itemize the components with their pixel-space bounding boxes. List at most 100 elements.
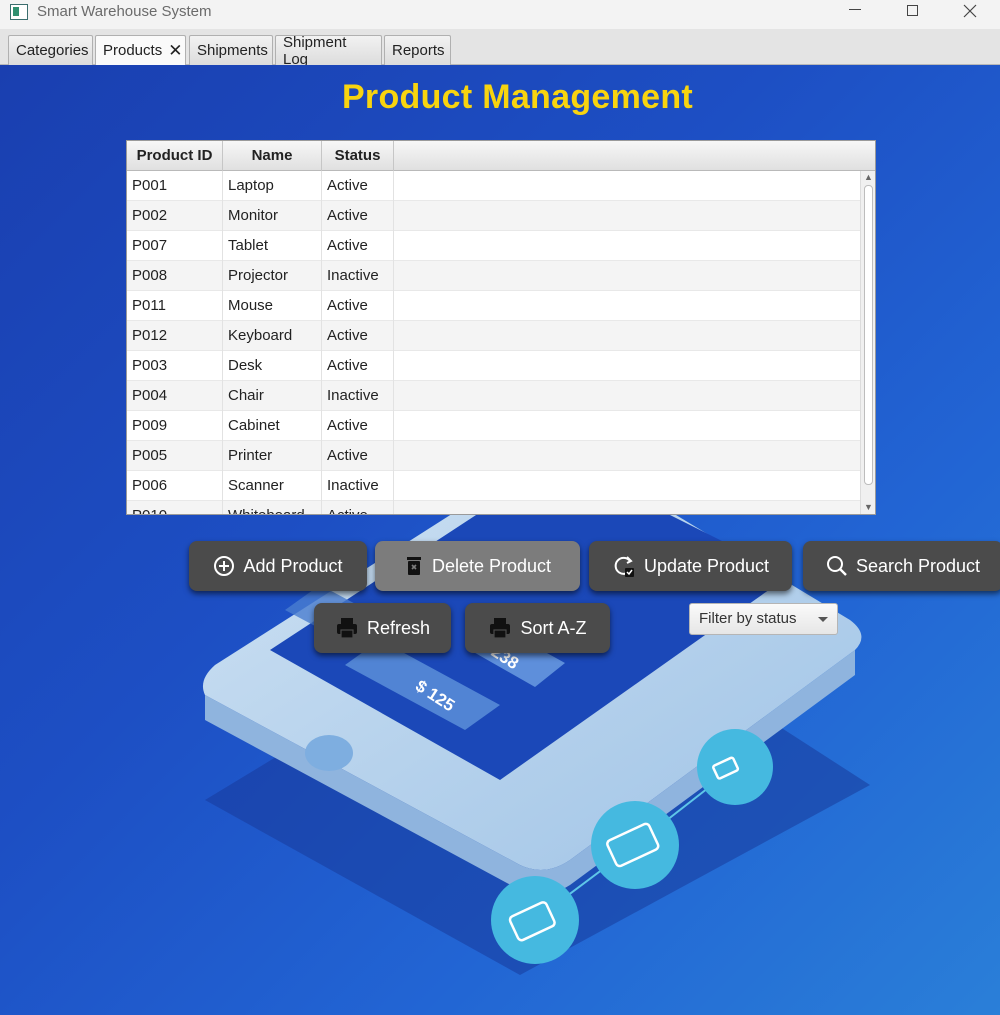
search-product-label: Search Product <box>855 555 981 576</box>
minimize-icon <box>849 9 861 10</box>
table-scrollbar[interactable]: ▲ ▼ <box>860 171 875 514</box>
sort-az-label: Sort A-Z <box>520 617 587 638</box>
delete-product-button[interactable]: Delete Product <box>375 541 580 591</box>
products-table[interactable]: Product ID Name Status P001 Laptop Active … <box>126 140 876 515</box>
minimize-button[interactable] <box>832 0 878 29</box>
refresh-button[interactable]: Refresh <box>314 603 451 653</box>
add-product-label: Add Product <box>243 555 343 576</box>
cell-product-id: P006 <box>127 471 223 501</box>
cell-name: Laptop <box>223 171 322 201</box>
tab-label: Reports <box>392 42 445 59</box>
table-row[interactable]: P004 Chair Inactive <box>127 381 860 411</box>
scrollbar-thumb[interactable] <box>864 185 873 485</box>
printer-icon <box>336 618 357 639</box>
cell-status: Active <box>322 291 394 321</box>
page-title: Product Management <box>341 78 694 116</box>
cell-name: Cabinet <box>223 411 322 441</box>
cell-name: Chair <box>223 381 322 411</box>
tab-shipments[interactable]: Shipments <box>189 35 273 65</box>
cell-status: Active <box>322 201 394 231</box>
cell-status: Inactive <box>322 261 394 291</box>
table-row[interactable]: P010WhiteboardActive <box>127 501 860 514</box>
tab-label: Categories <box>16 42 89 59</box>
cell-product-id: P010 <box>127 501 223 514</box>
update-product-label: Update Product <box>643 555 770 576</box>
table-row[interactable]: P011 Mouse Active <box>127 291 860 321</box>
column-header-product-id[interactable]: Product ID <box>127 141 223 171</box>
maximize-icon <box>906 5 918 16</box>
tab-products[interactable]: Products ✕ <box>95 35 186 65</box>
maximize-button[interactable] <box>889 0 935 29</box>
cell-status: Active <box>322 441 394 471</box>
plus-circle-icon <box>214 556 235 576</box>
trash-icon <box>406 557 421 575</box>
update-product-button[interactable]: Update Product <box>589 541 792 591</box>
table-row[interactable]: P005 Printer Active <box>127 441 860 471</box>
cell-product-id: P001 <box>127 171 223 201</box>
tab-label: Products <box>103 42 163 59</box>
add-product-button[interactable]: Add Product <box>189 541 367 591</box>
search-product-button[interactable]: Search Product <box>803 541 1000 591</box>
cell-product-id: P007 <box>127 231 223 261</box>
cell-status: Active <box>322 171 394 201</box>
search-icon <box>826 556 847 576</box>
refresh-check-icon <box>614 556 634 577</box>
scroll-up-icon[interactable]: ▲ <box>861 171 875 184</box>
tab-reports[interactable]: Reports <box>384 35 451 65</box>
tab-label: Shipments <box>197 42 268 59</box>
tab-label: Shipment Log <box>283 33 347 68</box>
printer-icon <box>490 618 511 639</box>
sort-az-button[interactable]: Sort A-Z <box>465 603 610 653</box>
table-row[interactable]: P012 Keyboard Active <box>127 321 860 351</box>
tab-bar: Categories Products ✕ Shipments Shipment … <box>0 29 1000 68</box>
cell-name: Keyboard <box>223 321 322 351</box>
table-body: P001 Laptop Active P002 Monitor Active P007 T… <box>127 171 860 514</box>
window-title: Smart Warehouse System <box>37 3 212 20</box>
cell-product-id: P011 <box>127 291 223 321</box>
status-filter-placeholder: Filter by status <box>699 610 797 627</box>
cell-name: Tablet <box>223 231 322 261</box>
cell-status: Active <box>322 501 394 514</box>
table-header: Product ID Name Status <box>127 141 875 171</box>
cell-name: Monitor <box>223 201 322 231</box>
cell-product-id: P005 <box>127 441 223 471</box>
cell-name: Projector <box>223 261 322 291</box>
column-header-name[interactable]: Name <box>223 141 322 171</box>
chevron-down-icon <box>818 617 828 622</box>
main-content: $ 125 238 Product Management Product ID … <box>0 65 1000 1015</box>
cell-status: Active <box>322 351 394 381</box>
app-icon <box>10 4 28 20</box>
cell-status: Inactive <box>322 381 394 411</box>
close-window-button[interactable] <box>947 0 993 29</box>
tab-shipment-log[interactable]: Shipment Log <box>275 33 382 68</box>
cell-name: Desk <box>223 351 322 381</box>
cell-status: Inactive <box>322 471 394 501</box>
cell-product-id: P012 <box>127 321 223 351</box>
close-icon <box>963 4 977 17</box>
cell-status: Active <box>322 231 394 261</box>
cell-name: Printer <box>223 441 322 471</box>
window-title-bar: Smart Warehouse System <box>0 0 1000 29</box>
scroll-down-icon[interactable]: ▼ <box>861 501 875 514</box>
table-row[interactable]: P006 Scanner Inactive <box>127 471 860 501</box>
cell-name: Scanner <box>223 471 322 501</box>
cell-product-id: P008 <box>127 261 223 291</box>
tab-close-icon[interactable]: ✕ <box>168 42 182 59</box>
cell-name: Whiteboard <box>223 501 322 514</box>
column-header-status[interactable]: Status <box>322 141 394 171</box>
refresh-label: Refresh <box>366 617 431 638</box>
table-row[interactable]: P008 Projector Inactive <box>127 261 860 291</box>
cell-status: Active <box>322 321 394 351</box>
table-row[interactable]: P007 Tablet Active <box>127 231 860 261</box>
cell-product-id: P002 <box>127 201 223 231</box>
cell-status: Active <box>322 411 394 441</box>
table-row[interactable]: P002 Monitor Active <box>127 201 860 231</box>
cell-name: Mouse <box>223 291 322 321</box>
table-row[interactable]: P003 Desk Active <box>127 351 860 381</box>
delete-product-label: Delete Product <box>431 555 552 576</box>
tab-categories[interactable]: Categories <box>8 35 93 65</box>
cell-product-id: P004 <box>127 381 223 411</box>
table-row[interactable]: P009 Cabinet Active <box>127 411 860 441</box>
status-filter-select[interactable]: Filter by status <box>689 603 838 635</box>
table-row[interactable]: P001 Laptop Active <box>127 171 860 201</box>
